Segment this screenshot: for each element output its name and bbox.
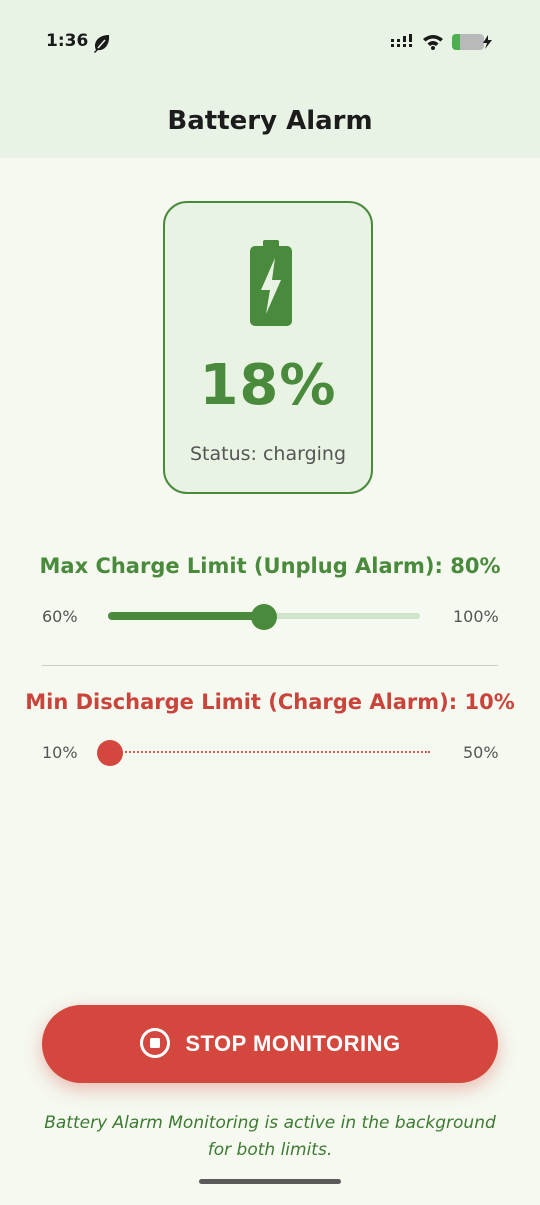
- min-discharge-slider[interactable]: [97, 740, 430, 766]
- page-title: Battery Alarm: [167, 106, 373, 136]
- min-slider-thumb[interactable]: [97, 740, 123, 766]
- battery-percent: 18%: [199, 353, 337, 418]
- status-bar: 1:36: [0, 0, 540, 86]
- wifi-icon: [422, 34, 444, 54]
- min-slider-min-label: 10%: [42, 743, 78, 762]
- max-slider-fill: [108, 612, 264, 620]
- max-slider-thumb[interactable]: [251, 604, 277, 630]
- footer-note: Battery Alarm Monitoring is active in th…: [44, 1113, 496, 1160]
- battery-charging-icon: [248, 238, 294, 332]
- status-time: 1:36: [46, 31, 89, 51]
- max-slider-max-label: 100%: [453, 607, 499, 626]
- battery-status-card: 18% Status: charging: [163, 201, 373, 494]
- min-slider-track: [110, 751, 430, 753]
- max-charge-label: Max Charge Limit (Unplug Alarm): 80%: [39, 554, 501, 578]
- home-indicator[interactable]: [199, 1179, 341, 1184]
- max-slider-min-label: 60%: [42, 607, 78, 626]
- battery-charging-icon: [452, 33, 494, 55]
- stop-monitoring-label: STOP MONITORING: [185, 1031, 401, 1056]
- charging-status: Status: charging: [189, 443, 347, 465]
- stop-circle-icon: [139, 1027, 171, 1062]
- max-charge-slider[interactable]: [108, 604, 420, 630]
- leaf-icon: [92, 33, 112, 57]
- min-slider-max-label: 50%: [463, 743, 499, 762]
- signal-icon: [390, 34, 414, 54]
- section-divider: [42, 665, 498, 666]
- status-icons: [390, 33, 494, 55]
- app-bar: Battery Alarm: [0, 86, 540, 158]
- stop-monitoring-button[interactable]: STOP MONITORING: [42, 1005, 498, 1083]
- min-discharge-label: Min Discharge Limit (Charge Alarm): 10%: [25, 690, 515, 714]
